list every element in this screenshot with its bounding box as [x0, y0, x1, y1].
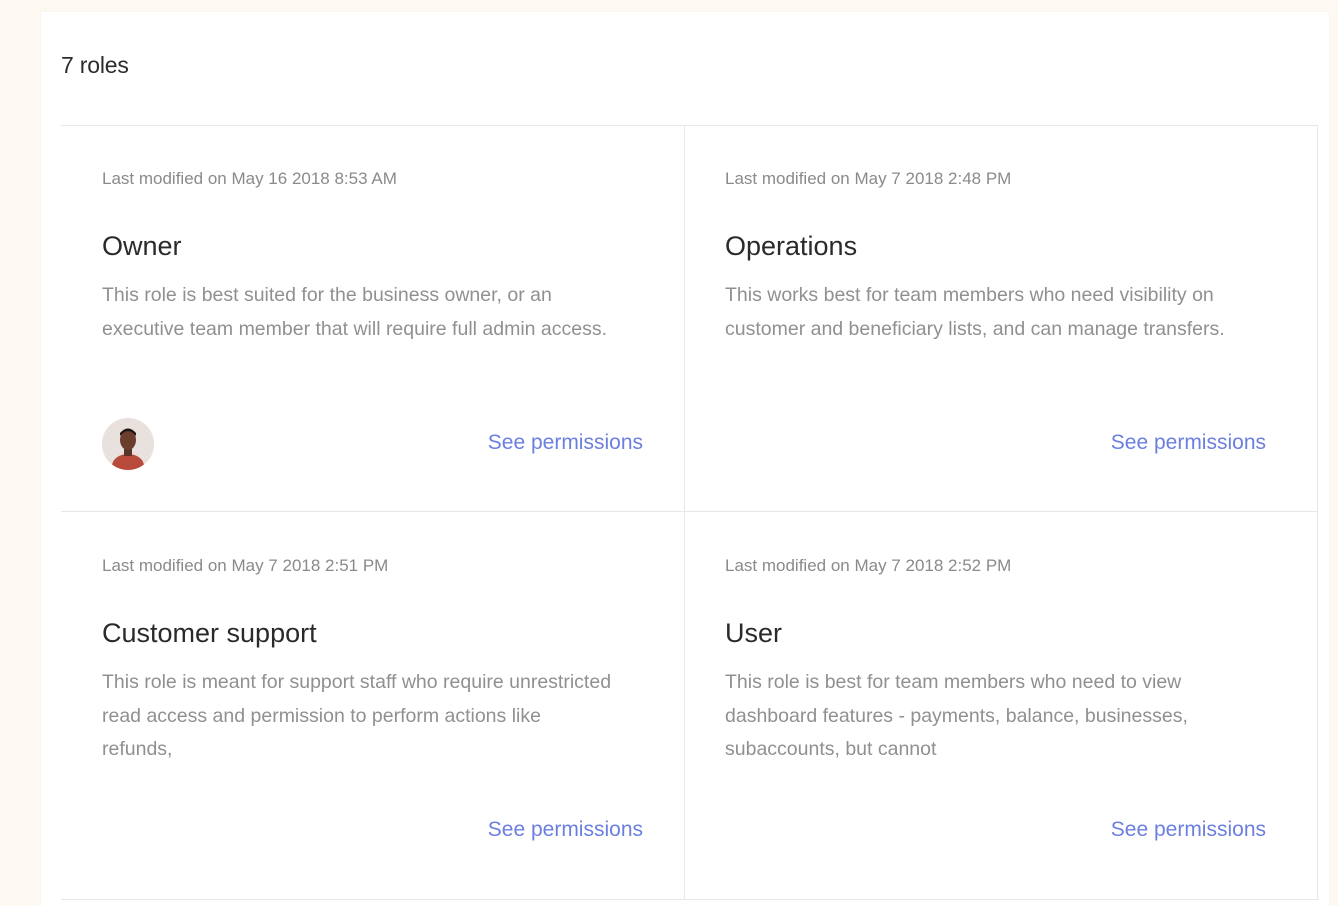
- role-description: This role is meant for support staff who…: [102, 671, 612, 760]
- see-permissions-link[interactable]: See permissions: [1111, 818, 1266, 842]
- role-card-user: Last modified on May 7 2018 2:52 PM User…: [684, 512, 1307, 898]
- roles-count: 7 roles: [61, 52, 129, 78]
- role-description: This role is best suited for the busines…: [102, 284, 608, 340]
- person-icon: [102, 418, 154, 470]
- last-modified: Last modified on May 7 2018 2:48 PM: [725, 169, 1012, 188]
- role-title: Customer support: [102, 618, 317, 648]
- role-title: Owner: [102, 231, 182, 261]
- last-modified: Last modified on May 7 2018 2:52 PM: [725, 556, 1012, 575]
- roles-panel: 7 roles Last modified on May 16 2018 8:5…: [41, 12, 1329, 906]
- role-card-customer-support: Last modified on May 7 2018 2:51 PM Cust…: [61, 512, 684, 898]
- see-permissions-link[interactable]: See permissions: [488, 818, 643, 842]
- see-permissions-link[interactable]: See permissions: [488, 431, 643, 455]
- last-modified: Last modified on May 16 2018 8:53 AM: [102, 169, 397, 188]
- role-title: User: [725, 618, 783, 648]
- divider-right: [1317, 125, 1318, 900]
- divider-bottom: [61, 899, 1317, 900]
- avatar[interactable]: [102, 418, 154, 470]
- roles-grid: Last modified on May 16 2018 8:53 AM Own…: [61, 125, 1318, 900]
- role-description: This works best for team members who nee…: [725, 284, 1225, 340]
- role-card-owner: Last modified on May 16 2018 8:53 AM Own…: [61, 125, 684, 511]
- role-title: Operations: [725, 231, 858, 261]
- last-modified: Last modified on May 7 2018 2:51 PM: [102, 556, 389, 575]
- role-description: This role is best for team members who n…: [725, 671, 1188, 760]
- see-permissions-link[interactable]: See permissions: [1111, 431, 1266, 455]
- role-card-operations: Last modified on May 7 2018 2:48 PM Oper…: [684, 125, 1307, 511]
